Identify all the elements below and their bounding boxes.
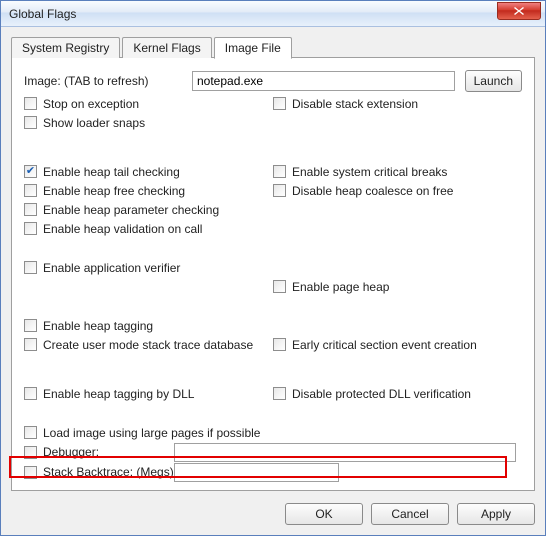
checkbox-icon [24,184,37,197]
left-column: Stop on exception Show loader snaps [24,94,273,132]
chk-stack-trace-db[interactable]: Create user mode stack trace database [24,335,273,354]
chk-enable-heap-tail[interactable]: ✔ Enable heap tail checking [24,162,273,181]
stack-backtrace-input[interactable] [174,463,339,482]
close-icon [514,7,524,15]
checkbox-icon: ✔ [24,165,37,178]
chk-label: Enable heap free checking [43,184,185,198]
chk-label: Disable heap coalesce on free [292,184,453,198]
chk-debugger[interactable]: Debugger: [24,443,174,462]
launch-button[interactable]: Launch [465,70,522,92]
checkbox-icon [273,338,286,351]
tabs: System Registry Kernel Flags Image File [11,35,535,57]
ok-button[interactable]: OK [285,503,363,525]
chk-label: Stack Backtrace: (Megs) [43,465,174,479]
checkbox-icon [273,387,286,400]
checkbox-icon [273,184,286,197]
chk-stop-on-exception[interactable]: Stop on exception [24,94,273,113]
checkbox-icon [24,116,37,129]
image-label: Image: (TAB to refresh) [24,74,192,88]
debugger-input[interactable] [174,443,516,462]
chk-label: Enable page heap [292,280,389,294]
window: Global Flags System Registry Kernel Flag… [0,0,546,536]
chk-enable-heap-tagging[interactable]: Enable heap tagging [24,316,273,335]
checkbox-icon [24,203,37,216]
chk-enable-heap-valid[interactable]: Enable heap validation on call [24,219,273,238]
chk-label: Show loader snaps [43,116,145,130]
chk-enable-heap-param[interactable]: Enable heap parameter checking [24,200,273,219]
chk-early-crit-section[interactable]: Early critical section event creation [273,335,522,354]
chk-label: Enable system critical breaks [292,165,447,179]
debugger-row: Debugger: [24,442,522,462]
checkbox-icon [24,97,37,110]
chk-enable-heap-free[interactable]: Enable heap free checking [24,181,273,200]
chk-label: Enable application verifier [43,261,180,275]
checkbox-icon [24,426,37,439]
chk-label: Enable heap validation on call [43,222,202,236]
chk-stack-backtrace[interactable]: Stack Backtrace: (Megs) [24,463,174,482]
stack-backtrace-row: Stack Backtrace: (Megs) [24,462,522,482]
checkbox-icon [24,446,37,459]
tab-system-registry[interactable]: System Registry [11,37,120,58]
checkbox-icon [273,97,286,110]
checkbox-icon [24,261,37,274]
chk-label: Disable protected DLL verification [292,387,471,401]
chk-disable-heap-coalesce[interactable]: Disable heap coalesce on free [273,181,522,200]
checkbox-icon [273,165,286,178]
chk-label: Disable stack extension [292,97,418,111]
chk-label: Enable heap parameter checking [43,203,219,217]
checkbox-icon [273,280,286,293]
chk-label: Stop on exception [43,97,139,111]
apply-button[interactable]: Apply [457,503,535,525]
tab-image-file[interactable]: Image File [214,37,292,59]
checkbox-icon [24,338,37,351]
chk-label: Load image using large pages if possible [43,426,260,440]
cancel-button[interactable]: Cancel [371,503,449,525]
image-row: Image: (TAB to refresh) Launch [24,70,522,92]
chk-enable-app-verifier[interactable]: Enable application verifier [24,258,273,277]
chk-label: Enable heap tail checking [43,165,180,179]
checkbox-icon [24,466,37,479]
titlebar: Global Flags [1,1,545,27]
chk-label: Create user mode stack trace database [43,338,253,352]
close-button[interactable] [497,2,541,20]
tab-kernel-flags[interactable]: Kernel Flags [122,37,211,58]
dialog-body: System Registry Kernel Flags Image File … [1,27,545,495]
tab-panel: Image: (TAB to refresh) Launch Stop on e… [11,57,535,491]
chk-label: Debugger: [43,445,99,459]
image-input[interactable] [192,71,455,91]
chk-enable-page-heap[interactable]: Enable page heap [273,277,522,296]
dialog-footer: OK Cancel Apply [1,495,545,535]
chk-heap-tagging-dll[interactable]: Enable heap tagging by DLL [24,384,273,403]
chk-enable-sys-crit-breaks[interactable]: Enable system critical breaks [273,162,522,181]
window-title: Global Flags [9,7,497,21]
checkbox-icon [24,319,37,332]
chk-large-pages[interactable]: Load image using large pages if possible [24,423,522,442]
chk-label: Early critical section event creation [292,338,477,352]
checkbox-icon [24,222,37,235]
chk-label: Enable heap tagging [43,319,153,333]
chk-disable-dll-verification[interactable]: Disable protected DLL verification [273,384,522,403]
chk-label: Enable heap tagging by DLL [43,387,194,401]
checkbox-icon [24,387,37,400]
chk-disable-stack-extension[interactable]: Disable stack extension [273,94,522,113]
chk-show-loader-snaps[interactable]: Show loader snaps [24,113,273,132]
right-column: Disable stack extension [273,94,522,132]
